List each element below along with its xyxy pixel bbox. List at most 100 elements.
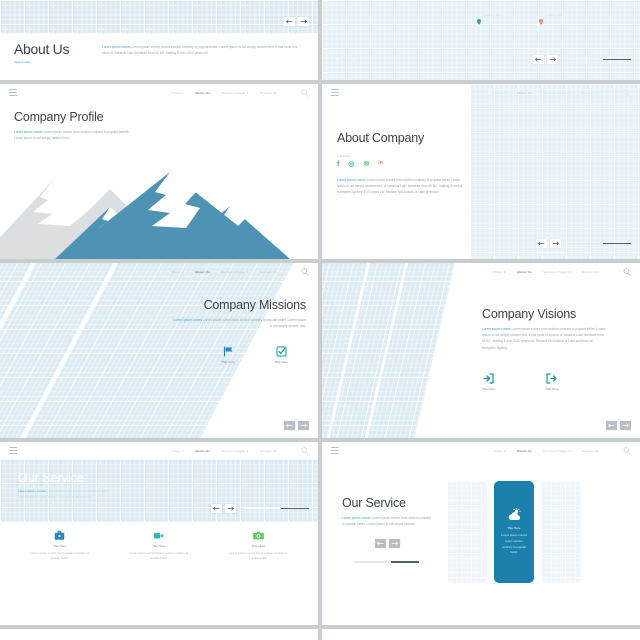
carousel-controls[interactable] — [211, 504, 309, 513]
feature-item[interactable]: Title Here — [221, 346, 235, 365]
carousel-controls[interactable] — [375, 539, 434, 549]
nav-item-home[interactable]: Home ▾ — [493, 91, 505, 95]
nav-menu[interactable]: Home ▾ About Us Services Pages ▾ Contact U… — [171, 88, 309, 97]
nav-menu[interactable]: Home ▾ About Us Services Pages ▾ Contact U… — [493, 446, 631, 455]
prev-button[interactable] — [606, 421, 617, 430]
service-card[interactable] — [541, 481, 581, 583]
nav-item-contact-us[interactable]: Contact Us — [582, 270, 599, 274]
next-button[interactable] — [620, 421, 631, 430]
navbar[interactable]: Home▾ About Us Services Pages▾ Contact U… — [0, 442, 318, 459]
nav-item-home[interactable]: Home ▾ — [171, 91, 183, 95]
carousel-progress[interactable] — [566, 58, 631, 61]
navbar[interactable]: Home▾ About Us Services Pages▾ Contact U… — [322, 263, 640, 280]
carousel-controls[interactable] — [536, 239, 631, 248]
hamburger-icon[interactable] — [9, 89, 17, 96]
facebook-icon[interactable]: f — [337, 161, 339, 168]
nav-item-contact-us[interactable]: Contact Us — [582, 449, 599, 453]
search-icon[interactable] — [623, 88, 631, 97]
carousel-controls[interactable] — [533, 55, 631, 64]
navbar[interactable]: Home▾ About Us Services Pages▾ Contact U… — [322, 84, 640, 101]
nav-item-home[interactable]: Home ▾ — [493, 449, 505, 453]
navbar[interactable]: Home▾ About Us Services Pages▾ Contact U… — [0, 84, 318, 101]
instagram-icon[interactable]: ◎ — [352, 56, 356, 61]
hamburger-icon[interactable] — [331, 89, 339, 96]
service-card[interactable] — [447, 481, 487, 583]
nav-item-contact-us[interactable]: Contact Us — [260, 91, 277, 95]
prev-button[interactable] — [536, 239, 547, 248]
slide-our-service-cards[interactable]: Home ▾ About Us Services Pages ▾ Contact U… — [322, 442, 640, 625]
slide-company-missions[interactable]: Home ▾ About Us Services Pages ▾ Contact U… — [0, 263, 318, 438]
map-marker[interactable]: Location One — [477, 12, 501, 25]
social-links[interactable]: f ◎ ✉ in — [337, 160, 465, 168]
nav-item-services[interactable]: Services Pages ▾ — [221, 449, 249, 453]
nav-menu[interactable]: Home ▾ About Us Services Pages ▾ Contact U… — [171, 267, 309, 276]
prev-button[interactable] — [533, 55, 544, 64]
nav-item-services[interactable]: Services Pages ▾ — [543, 449, 571, 453]
hamburger-icon[interactable] — [331, 447, 339, 454]
slide-company-profile[interactable]: Home ▾ About Us Services Pages ▾ Contact U… — [0, 84, 318, 259]
nav-item-home[interactable]: Home ▾ — [493, 270, 505, 274]
nav-item-contact-us[interactable]: Contact Us — [260, 270, 277, 274]
carousel-controls[interactable] — [606, 421, 631, 430]
carousel-progress[interactable] — [569, 242, 631, 245]
nav-item-services[interactable]: Services Pages ▾ — [221, 270, 249, 274]
feature-item[interactable]: Title Here Lorem ipsum comes forem secti… — [128, 530, 190, 561]
nav-item-about-us[interactable]: About Us — [195, 270, 210, 274]
service-card-featured[interactable]: Title Here Lorem ipsum comes forem secti… — [494, 481, 534, 583]
carousel-progress[interactable] — [354, 561, 419, 563]
social-links[interactable]: ✉ f ◎ — [336, 56, 356, 61]
nav-item-services[interactable]: Services Pages ▾ — [221, 91, 249, 95]
facebook-icon[interactable]: f — [345, 56, 346, 61]
map-marker[interactable]: Location Two — [538, 12, 562, 25]
prev-button[interactable] — [284, 17, 295, 26]
nav-item-contact-us[interactable]: Contact Us — [260, 449, 277, 453]
nav-item-services[interactable]: Services Pages ▾ — [543, 91, 571, 95]
nav-menu[interactable]: Home ▾ About Us Services Pages ▾ Contact U… — [493, 88, 631, 97]
nav-item-about-us[interactable]: About Us — [517, 91, 532, 95]
linkedin-icon[interactable]: in — [378, 160, 382, 168]
nav-item-contact-us[interactable]: Contact Us — [582, 91, 599, 95]
nav-menu[interactable]: Home ▾ About Us Services Pages ▾ Contact U… — [493, 267, 631, 276]
search-icon[interactable] — [623, 267, 631, 276]
slide-about-company[interactable]: Home ▾ About Us Services Pages ▾ Contact U… — [322, 84, 640, 259]
nav-item-about-us[interactable]: About Us — [195, 449, 210, 453]
next-button[interactable] — [389, 539, 400, 549]
instagram-icon[interactable]: ◎ — [348, 161, 354, 168]
slide-company-visions[interactable]: Home ▾ About Us Services Pages ▾ Contact U… — [322, 263, 640, 438]
hamburger-icon[interactable] — [9, 447, 17, 454]
feature-item[interactable]: Title Here Lorem ipsum comes forem secti… — [227, 530, 289, 561]
feature-item[interactable]: Title Here — [545, 373, 559, 392]
search-icon[interactable] — [301, 88, 309, 97]
nav-item-about-us[interactable]: About Us — [517, 449, 532, 453]
nav-item-services[interactable]: Services Pages ▾ — [543, 270, 571, 274]
feature-item[interactable]: Title Here — [275, 346, 288, 365]
nav-item-about-us[interactable]: About Us — [517, 270, 532, 274]
slide-about-us-header[interactable]: About Us Tagline Here Lorem ipsum comes … — [0, 0, 318, 80]
carousel-progress[interactable] — [244, 507, 309, 510]
prev-button[interactable] — [211, 504, 222, 513]
search-icon[interactable] — [301, 446, 309, 455]
nav-item-about-us[interactable]: About Us — [195, 91, 210, 95]
search-icon[interactable] — [301, 267, 309, 276]
next-button[interactable] — [547, 55, 558, 64]
nav-menu[interactable]: Home ▾ About Us Services Pages ▾ Contact U… — [171, 446, 309, 455]
prev-button[interactable] — [284, 421, 295, 430]
nav-item-home[interactable]: Home ▾ — [171, 270, 183, 274]
slide-our-service-hero[interactable]: Home ▾ About Us Services Pages ▾ Contact U… — [0, 442, 318, 625]
carousel-controls[interactable] — [284, 421, 309, 430]
twitter-icon[interactable]: ✉ — [336, 56, 339, 61]
search-icon[interactable] — [623, 446, 631, 455]
slide-partial-next-left[interactable]: Home▾ About Us Services Pages▾ Contact U… — [0, 629, 318, 640]
twitter-icon[interactable]: ✉ — [363, 161, 369, 168]
prev-button[interactable] — [375, 539, 386, 549]
next-button[interactable] — [550, 239, 561, 248]
nav-item-home[interactable]: Home ▾ — [171, 449, 183, 453]
navbar[interactable]: Home▾ About Us Services Pages▾ Contact U… — [322, 442, 640, 459]
feature-item[interactable]: Title Here Lorem ipsum comes forem secti… — [29, 530, 91, 561]
carousel-controls[interactable] — [284, 17, 309, 26]
navbar[interactable]: Home▾ About Us Services Pages▾ Contact U… — [0, 263, 318, 280]
slide-map-markers[interactable]: Location One Location Two ✉ f ◎ — [322, 0, 640, 80]
next-button[interactable] — [298, 421, 309, 430]
next-button[interactable] — [225, 504, 236, 513]
slide-partial-next-right[interactable]: Home▾ About Us Services Pages▾ Contact U… — [322, 629, 640, 640]
